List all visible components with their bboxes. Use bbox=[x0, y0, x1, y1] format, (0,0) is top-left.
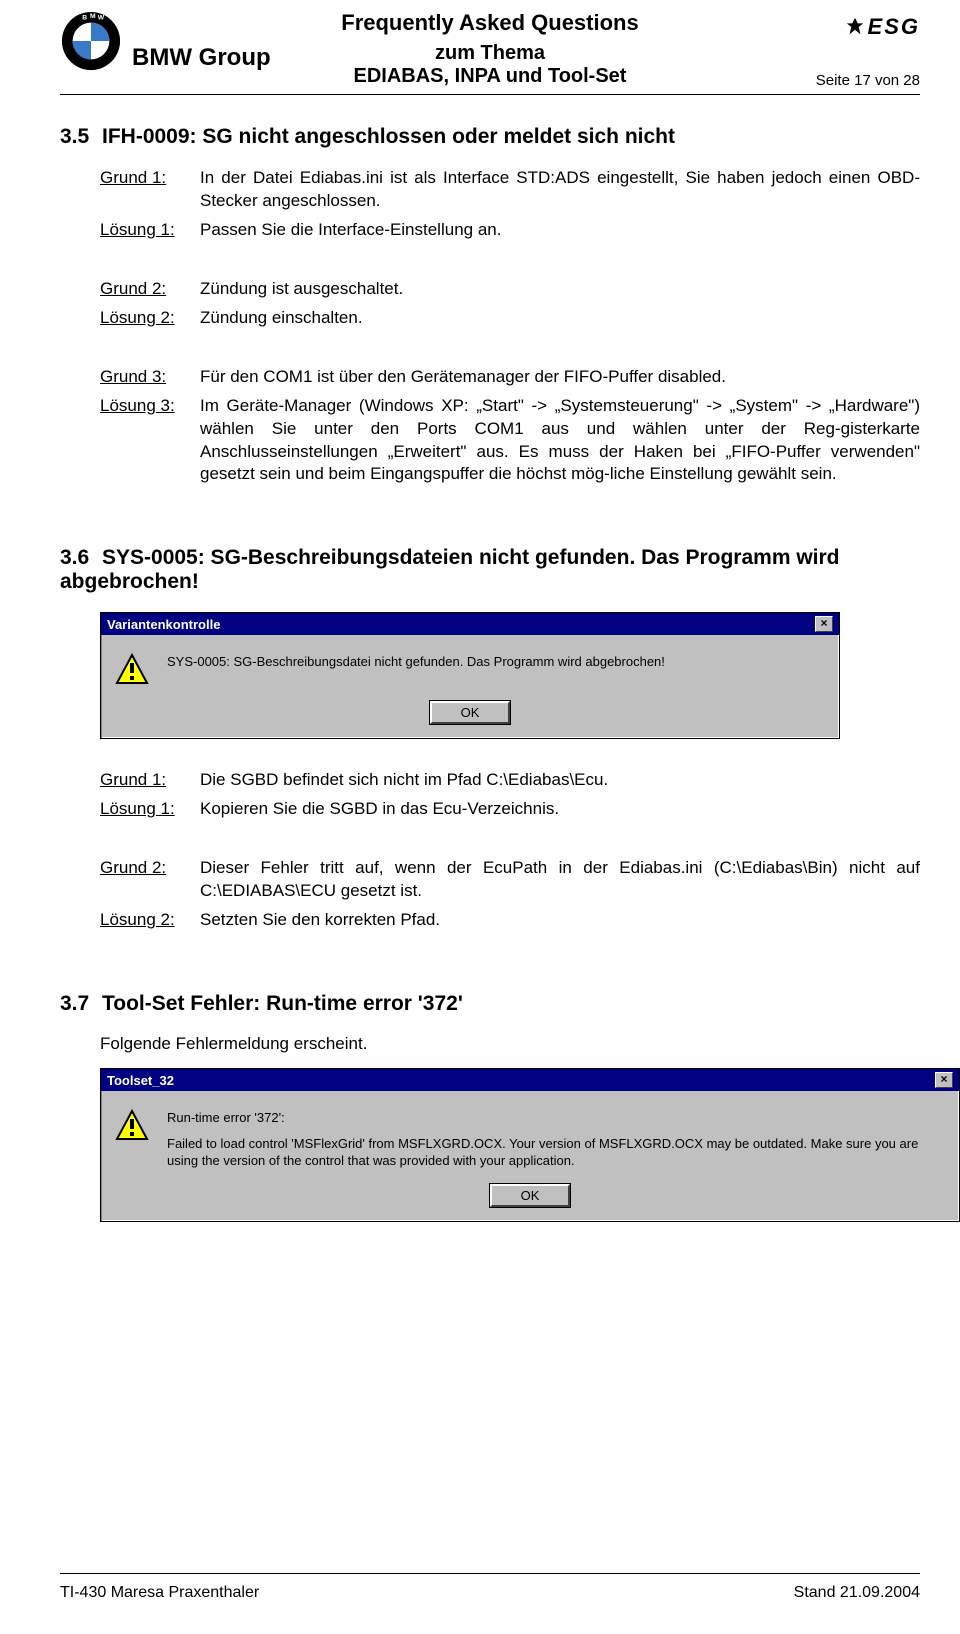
esg-logo: ESG bbox=[844, 14, 920, 40]
grund-3-text: Für den COM1 ist über den Gerätemanager … bbox=[200, 366, 920, 389]
section-3-5-title: IFH-0009: SG nicht angeschlossen oder me… bbox=[102, 125, 675, 148]
svg-text:M: M bbox=[90, 13, 96, 20]
s36-loesung-2-label: Lösung 2: bbox=[100, 909, 200, 932]
loesung-1-text: Passen Sie die Interface-Einstellung an. bbox=[200, 219, 920, 242]
grund-2-text: Zündung ist ausgeschaltet. bbox=[200, 278, 920, 301]
dialog-message: SYS-0005: SG-Beschreibungsdatei nicht ge… bbox=[167, 653, 825, 671]
close-icon[interactable]: × bbox=[815, 616, 833, 632]
dialog-body: SYS-0005: SG-Beschreibungsdatei nicht ge… bbox=[101, 635, 839, 738]
bmw-group-text: BMW Group bbox=[132, 44, 271, 72]
header-title-1: Frequently Asked Questions bbox=[60, 10, 920, 36]
grund-3-label: Grund 3: bbox=[100, 366, 200, 389]
dialog-toolset32: Toolset_32 × Run-time error '372': Faile… bbox=[100, 1068, 960, 1222]
dialog-msg-line2: Failed to load control 'MSFlexGrid' from… bbox=[167, 1135, 945, 1170]
section-3-6-num: 3.6 bbox=[60, 546, 102, 570]
page: B M W BMW Group ESG Frequently Asked Que… bbox=[0, 0, 960, 1634]
ok-button[interactable]: OK bbox=[430, 701, 510, 724]
loesung-2-label: Lösung 2: bbox=[100, 307, 200, 330]
s36-loesung-1-label: Lösung 1: bbox=[100, 798, 200, 821]
dialog-title-text: Variantenkontrolle bbox=[107, 617, 220, 632]
section-3-5-heading: 3.5IFH-0009: SG nicht angeschlossen oder… bbox=[60, 125, 920, 149]
esg-text: ESG bbox=[868, 14, 920, 40]
loesung-2-text: Zündung einschalten. bbox=[200, 307, 920, 330]
loesung-3-text: Im Geräte-Manager (Windows XP: „Start" -… bbox=[200, 395, 920, 487]
section-3-7-heading: 3.7Tool-Set Fehler: Run-time error '372' bbox=[60, 992, 920, 1016]
footer-left: TI-430 Maresa Praxenthaler bbox=[60, 1584, 259, 1602]
dialog-message: Run-time error '372': Failed to load con… bbox=[167, 1109, 945, 1170]
page-header: B M W BMW Group ESG Frequently Asked Que… bbox=[60, 10, 920, 95]
dialog-titlebar: Variantenkontrolle × bbox=[101, 613, 839, 635]
section-3-7-intro-text: Folgende Fehlermeldung erscheint. bbox=[100, 1034, 920, 1054]
s36-grund-2-label: Grund 2: bbox=[100, 857, 200, 903]
dialog-titlebar: Toolset_32 × bbox=[101, 1069, 959, 1091]
section-3-7-title: Tool-Set Fehler: Run-time error '372' bbox=[102, 992, 463, 1015]
warning-icon bbox=[115, 653, 149, 687]
dialog-body: Run-time error '372': Failed to load con… bbox=[101, 1091, 959, 1221]
svg-text:W: W bbox=[98, 15, 105, 22]
dialog-msg-line1: Run-time error '372': bbox=[167, 1109, 945, 1127]
s36-grund-2-text: Dieser Fehler tritt auf, wenn der EcuPat… bbox=[200, 857, 920, 903]
s36-loesung-2-text: Setzten Sie den korrekten Pfad. bbox=[200, 909, 920, 932]
ok-button[interactable]: OK bbox=[490, 1184, 570, 1207]
s36-grund-1-text: Die SGBD befindet sich nicht im Pfad C:\… bbox=[200, 769, 920, 792]
footer-right: Stand 21.09.2004 bbox=[794, 1584, 920, 1602]
loesung-3-label: Lösung 3: bbox=[100, 395, 200, 487]
close-icon[interactable]: × bbox=[935, 1072, 953, 1088]
grund-1-label: Grund 1: bbox=[100, 167, 200, 213]
section-3-6-title: SYS-0005: SG-Beschreibungsdateien nicht … bbox=[60, 546, 840, 593]
s36-loesung-1-text: Kopieren Sie die SGBD in das Ecu-Verzeic… bbox=[200, 798, 920, 821]
section-3-6-heading: 3.6SYS-0005: SG-Beschreibungsdateien nic… bbox=[60, 546, 920, 594]
warning-icon bbox=[115, 1109, 149, 1143]
grund-2-label: Grund 2: bbox=[100, 278, 200, 301]
page-number: Seite 17 von 28 bbox=[816, 72, 920, 89]
section-3-5-num: 3.5 bbox=[60, 125, 102, 149]
section-3-5-body: Grund 1:In der Datei Ediabas.ini ist als… bbox=[60, 167, 920, 486]
bmw-logo: B M W bbox=[60, 10, 122, 72]
loesung-1-label: Lösung 1: bbox=[100, 219, 200, 242]
grund-1-text: In der Datei Ediabas.ini ist als Interfa… bbox=[200, 167, 920, 213]
page-footer: TI-430 Maresa Praxenthaler Stand 21.09.2… bbox=[60, 1573, 920, 1602]
svg-text:B: B bbox=[82, 15, 87, 22]
section-3-7-intro: Folgende Fehlermeldung erscheint. bbox=[60, 1034, 920, 1054]
dialog-title-text: Toolset_32 bbox=[107, 1073, 174, 1088]
dialog-variantenkontrolle: Variantenkontrolle × SYS-0005: SG-Beschr… bbox=[100, 612, 840, 739]
s36-grund-1-label: Grund 1: bbox=[100, 769, 200, 792]
section-3-6-body: Grund 1:Die SGBD befindet sich nicht im … bbox=[60, 769, 920, 932]
section-3-7-num: 3.7 bbox=[60, 992, 102, 1016]
